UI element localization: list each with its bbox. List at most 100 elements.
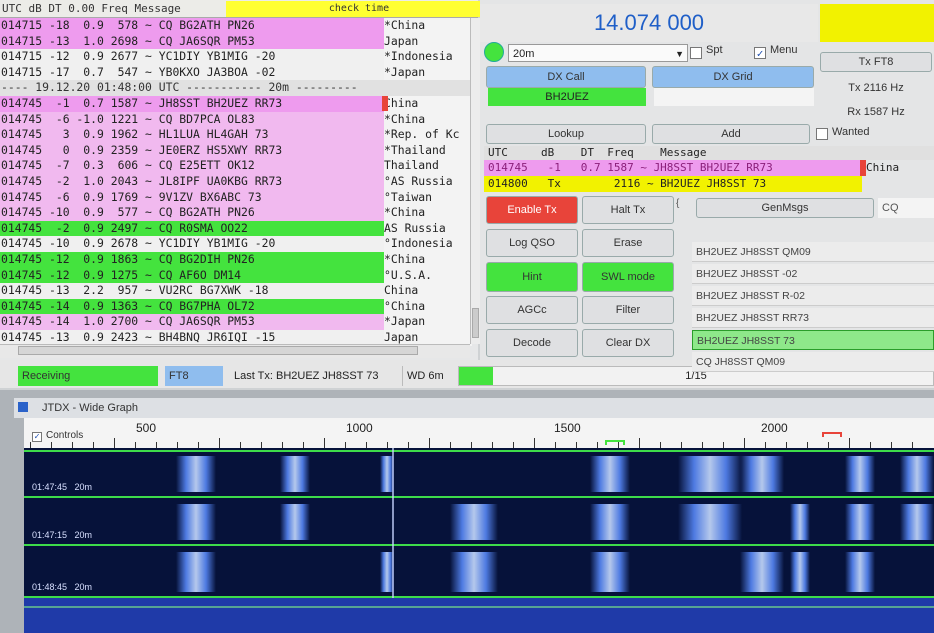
decode-row[interactable]: 014745 -6 0.9 1769 ~ 9V1ZV BX6ABC 73 xyxy=(0,189,385,206)
decode-row-country: *China xyxy=(384,111,472,128)
decode-row[interactable]: 014745 -6 -1.0 1221 ~ CQ BD7PCA OL83 xyxy=(0,111,385,128)
waterfall-time-label: 01:47:15 20m xyxy=(32,530,93,540)
bracket-icon: { xyxy=(676,198,680,209)
signal-trace xyxy=(590,552,630,592)
signal-trace xyxy=(678,456,742,492)
controls-label: Controls xyxy=(46,430,84,441)
decode-list-vscroll[interactable] xyxy=(470,18,480,344)
decode-row[interactable]: 014745 -1 0.7 1587 ~ JH8SST BH2UEZ RR73 xyxy=(0,96,385,112)
tx-message-2[interactable]: BH2UEZ JH8SST -02 xyxy=(692,264,934,284)
tx-message-4[interactable]: BH2UEZ JH8SST RR73 xyxy=(692,308,934,328)
period-separator[interactable]: ---- 19.12.20 01:48:00 UTC ----------- 2… xyxy=(0,80,473,96)
decode-row[interactable]: 014745 0 0.9 2359 ~ JE0ERZ HS5XWY RR73 xyxy=(0,142,385,159)
signal-trace xyxy=(740,552,784,592)
qso-header: UTC dB DT Freq Message xyxy=(484,146,934,160)
decode-row-country: °Indonesia xyxy=(384,236,472,252)
scale-tick-label: 1000 xyxy=(346,421,373,435)
period-divider xyxy=(24,544,934,546)
decode-row-country: *China xyxy=(384,205,472,221)
decode-row[interactable]: 014745 -12 0.9 1275 ~ CQ AF6O DM14 xyxy=(0,267,385,284)
decode-row[interactable]: 014745 -10 0.9 2678 ~ YC1DIY YB1MIG -20 xyxy=(0,236,385,252)
decode-row-country: *China xyxy=(384,252,472,268)
qso-row[interactable]: 014745 -1 0.7 1587 ~ JH8SST BH2UEZ RR73 xyxy=(484,160,862,176)
decode-row[interactable]: 014745 3 0.9 1962 ~ HL1LUA HL4GAH 73 xyxy=(0,127,385,143)
lookup-button[interactable]: Lookup xyxy=(486,124,646,144)
decode-row[interactable]: 014745 -10 0.9 577 ~ CQ BG2ATH PN26 xyxy=(0,205,385,221)
halt-tx-button[interactable]: Halt Tx xyxy=(582,196,674,224)
decode-row-country: °AS Russia xyxy=(384,174,472,190)
decode-row[interactable]: 014745 -2 1.0 2043 ~ JL8IPF UA0KBG RR73 xyxy=(0,174,385,190)
controls-checkbox[interactable]: ✓ xyxy=(32,432,42,442)
app-icon xyxy=(18,402,28,412)
decode-row[interactable]: 014745 -14 1.0 2700 ~ CQ JA6SQR PM53 xyxy=(0,314,385,330)
add-button[interactable]: Add xyxy=(652,124,810,144)
dx-call-label: DX Call xyxy=(486,66,646,88)
scale-tick xyxy=(534,438,535,448)
decode-row[interactable]: 014715 -17 0.7 547 ~ YB0KXO JA3BOA -02 xyxy=(0,64,385,81)
decode-row-country: *Japan xyxy=(384,64,472,81)
decode-row[interactable]: 014745 -2 0.9 2497 ~ CQ R0SMA OO22 xyxy=(0,220,385,237)
band-select-value: 20m xyxy=(513,48,535,60)
spectrum-trace xyxy=(24,606,934,608)
tx-marker[interactable] xyxy=(822,432,842,437)
wanted-checkbox[interactable] xyxy=(816,128,828,140)
decode-row-country: China xyxy=(384,283,472,299)
decode-row[interactable]: 014745 -7 0.3 606 ~ CQ E25ETT OK12 xyxy=(0,158,385,174)
hint-button[interactable]: Hint xyxy=(486,262,578,292)
log-qso-button[interactable]: Log QSO xyxy=(486,229,578,257)
clear-dx-button[interactable]: Clear DX xyxy=(582,329,674,357)
spt-label: Spt xyxy=(706,44,723,56)
spt-checkbox[interactable] xyxy=(690,47,702,59)
dx-grid-input[interactable] xyxy=(654,88,814,106)
scale-tick xyxy=(744,438,745,448)
status-receiving: Receiving xyxy=(18,366,158,386)
tx-message-5[interactable]: BH2UEZ JH8SST 73 xyxy=(692,330,934,350)
check-time-bar[interactable]: check time xyxy=(226,1,492,17)
wide-graph-title-text: JTDX - Wide Graph xyxy=(42,402,138,414)
decode-row[interactable]: 014715 -12 0.9 2677 ~ YC1DIY YB1MIG -20 xyxy=(0,49,385,65)
decode-row[interactable]: 014715 -13 1.0 2698 ~ CQ JA6SQR PM53 xyxy=(0,33,385,50)
decode-row[interactable]: 014745 -14 0.9 1363 ~ CQ BG7PHA OL72 xyxy=(0,298,385,315)
decode-row-country: °Taiwan xyxy=(384,189,472,206)
dx-call-input[interactable]: BH2UEZ xyxy=(488,88,646,106)
tx-message-1[interactable]: BH2UEZ JH8SST QM09 xyxy=(692,242,934,262)
decode-row-country: *China xyxy=(384,18,472,34)
qso-row[interactable]: 014800 Tx 2116 ~ BH2UEZ JH8SST 73 xyxy=(484,176,862,192)
status-last-tx: Last Tx: BH2UEZ JH8SST 73 xyxy=(234,370,379,382)
filter-button[interactable]: Filter xyxy=(582,296,674,324)
spectrum-plot xyxy=(24,598,934,633)
agcc-button[interactable]: AGCc xyxy=(486,296,578,324)
status-mode: FT8 xyxy=(165,366,223,386)
menu-checkbox[interactable]: ✓ xyxy=(754,47,766,59)
cq-field[interactable]: CQ xyxy=(878,198,934,218)
hscroll-thumb[interactable] xyxy=(18,346,418,355)
vscroll-thumb[interactable] xyxy=(472,308,479,338)
tx-message-6[interactable]: CQ JH8SST QM09 xyxy=(692,352,934,372)
erase-button[interactable]: Erase xyxy=(582,229,674,257)
signal-trace xyxy=(900,504,934,540)
signal-trace xyxy=(845,552,875,592)
signal-trace xyxy=(845,456,875,492)
band-select[interactable]: 20m ▼ xyxy=(508,44,688,62)
decode-row-country: *Rep. of Kc xyxy=(384,127,472,143)
swl-mode-button[interactable]: SWL mode xyxy=(582,262,674,292)
waterfall-time-label: 01:48:45 20m xyxy=(32,582,93,592)
decode-row-country: *Japan xyxy=(384,314,472,330)
period-divider xyxy=(24,450,934,452)
signal-trace xyxy=(280,456,310,492)
signal-trace xyxy=(678,504,742,540)
decode-row[interactable]: 014715 -18 0.9 578 ~ CQ BG2ATH PN26 xyxy=(0,18,385,34)
scale-tick xyxy=(114,438,115,448)
tx-mode-button[interactable]: Tx FT8 xyxy=(820,52,932,72)
decode-button[interactable]: Decode xyxy=(486,329,578,357)
tx-message-3[interactable]: BH2UEZ JH8SST R-02 xyxy=(692,286,934,306)
genmsgs-button[interactable]: GenMsgs xyxy=(696,198,874,218)
signal-trace xyxy=(790,504,810,540)
rx-marker[interactable] xyxy=(605,440,625,445)
decode-row[interactable]: 014745 -13 2.2 957 ~ VU2RC BG7XWK -18 xyxy=(0,283,385,299)
decode-row[interactable]: 014745 -12 0.9 1863 ~ CQ BG2DIH PN26 xyxy=(0,252,385,268)
enable-tx-button[interactable]: Enable Tx xyxy=(486,196,578,224)
signal-trace xyxy=(280,504,310,540)
scale-tick-label: 500 xyxy=(136,421,157,435)
scale-tick xyxy=(849,438,850,448)
